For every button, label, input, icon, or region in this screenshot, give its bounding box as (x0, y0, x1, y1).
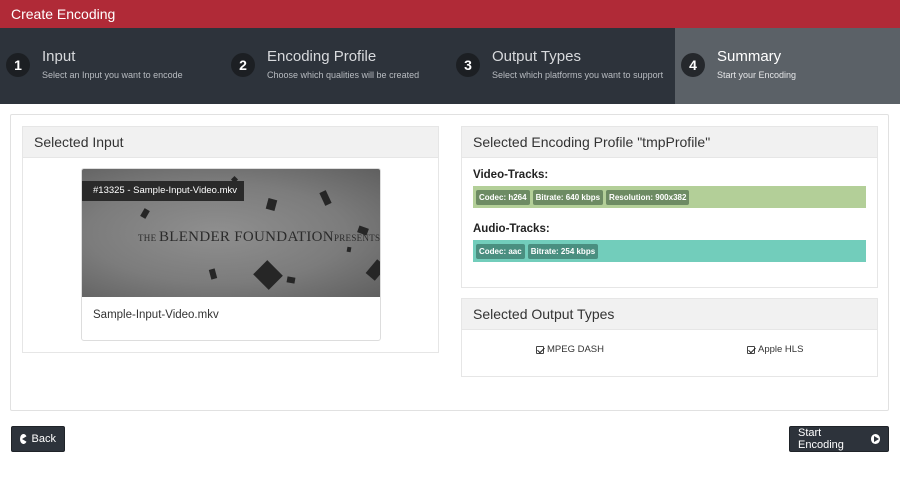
step-subtitle: Choose which qualities will be created (267, 70, 420, 80)
debris-shape (265, 198, 278, 211)
blender-foundation-logo: THE BLENDER FOUNDATIONPRESENTS (138, 229, 381, 245)
encoding-profile-panel: Selected Encoding Profile "tmpProfile" V… (461, 126, 878, 288)
step-summary[interactable]: 4 Summary Start your Encoding (675, 28, 900, 104)
checked-checkbox-icon (536, 345, 544, 354)
debris-shape (286, 276, 296, 284)
back-button[interactable]: Back (11, 426, 65, 452)
debris-shape (208, 268, 218, 280)
step-number: 1 (6, 53, 30, 77)
panel-heading: Selected Output Types (462, 299, 877, 330)
output-item-mpeg-dash: MPEG DASH (536, 344, 604, 355)
summary-container: Selected Input #13325 - Sample-Input-Vid… (10, 114, 889, 411)
back-label: Back (31, 433, 56, 445)
debris-shape (365, 259, 380, 281)
panel-heading: Selected Encoding Profile "tmpProfile" (462, 127, 877, 158)
audio-bitrate-tag: Bitrate: 254 kbps (527, 243, 599, 259)
app-title: Create Encoding (0, 0, 900, 28)
output-item-apple-hls: Apple HLS (747, 344, 803, 355)
step-title: Input (42, 48, 76, 65)
arrow-circle-left-icon (20, 434, 27, 444)
wizard-steps: 1 Input Select an Input you want to enco… (0, 28, 900, 104)
step-title: Encoding Profile (267, 48, 377, 65)
debris-shape (346, 246, 352, 253)
step-number: 3 (456, 53, 480, 77)
debris-shape (140, 208, 150, 219)
step-encoding-profile[interactable]: 2 Encoding Profile Choose which qualitie… (225, 28, 450, 104)
input-id-badge: #13325 - Sample-Input-Video.mkv (82, 181, 244, 201)
start-encoding-button[interactable]: Start Encoding (789, 426, 889, 452)
video-tracks-label: Video-Tracks: (473, 169, 549, 181)
output-types-panel: Selected Output Types MPEG DASH Apple HL… (461, 298, 878, 377)
arrow-circle-right-icon (870, 434, 880, 444)
video-resolution-tag: Resolution: 900x382 (606, 189, 690, 205)
step-subtitle: Start your Encoding (717, 70, 797, 80)
debris-shape (319, 190, 332, 206)
video-card[interactable]: #13325 - Sample-Input-Video.mkv THE BLEN… (81, 168, 381, 341)
step-input[interactable]: 1 Input Select an Input you want to enco… (0, 28, 225, 104)
video-track-row: Codec: h264 Bitrate: 640 kbps Resolution… (473, 186, 866, 208)
step-title: Summary (717, 48, 782, 65)
step-subtitle: Select which platforms you want to suppo… (492, 70, 664, 80)
step-subtitle: Select an Input you want to encode (42, 70, 183, 80)
start-encoding-label: Start Encoding (798, 427, 844, 451)
debris-shape (253, 260, 283, 290)
step-number: 2 (231, 53, 255, 77)
video-bitrate-tag: Bitrate: 640 kbps (532, 189, 604, 205)
panel-heading: Selected Input (23, 127, 438, 158)
output-label: MPEG DASH (547, 344, 605, 355)
audio-track-row: Codec: aac Bitrate: 254 kbps (473, 240, 866, 262)
step-number: 4 (681, 53, 705, 77)
output-label: Apple HLS (758, 344, 804, 355)
video-thumbnail: #13325 - Sample-Input-Video.mkv THE BLEN… (82, 169, 381, 297)
selected-input-panel: Selected Input #13325 - Sample-Input-Vid… (22, 126, 439, 353)
checked-checkbox-icon (747, 345, 755, 354)
step-output-types[interactable]: 3 Output Types Select which platforms yo… (450, 28, 675, 104)
video-file-name: Sample-Input-Video.mkv (93, 309, 219, 321)
video-codec-tag: Codec: h264 (476, 189, 530, 205)
audio-codec-tag: Codec: aac (476, 243, 525, 259)
audio-tracks-label: Audio-Tracks: (473, 223, 550, 235)
step-title: Output Types (492, 48, 581, 65)
